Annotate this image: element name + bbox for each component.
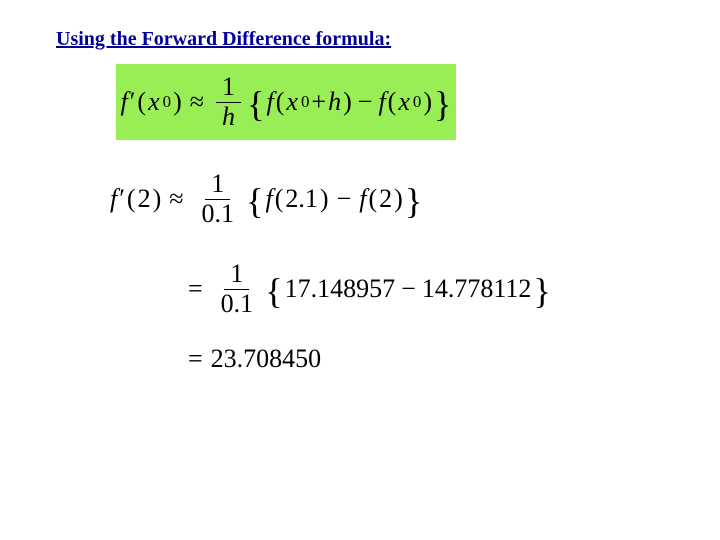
page-title: Using the Forward Difference formula: xyxy=(56,28,391,51)
arg-21: 2.1 xyxy=(285,184,318,214)
sub-zero: 0 xyxy=(163,92,171,112)
fraction-1-over-h: 1 h xyxy=(216,73,241,131)
term-f-x: f(x0) xyxy=(378,87,432,117)
term-f-21: f(2.1) xyxy=(266,184,329,214)
calculation-line-2: = 1 0.1 { 17.148957 − 14.778112 } xyxy=(182,260,551,318)
formula-highlight-box: f′(x0) ≈ 1 h { f(x0+h) − f(x0) } xyxy=(116,64,456,140)
value-1: 17.148957 xyxy=(285,274,396,304)
minus-symbol: − xyxy=(401,274,416,304)
f-symbol: f xyxy=(110,184,117,214)
formula-lhs: f′(x0) xyxy=(121,87,182,117)
forward-difference-formula: f′(x0) ≈ 1 h { f(x0+h) − f(x0) } xyxy=(121,73,452,131)
minus-symbol: − xyxy=(337,184,352,214)
fraction-1-over-01: 1 0.1 xyxy=(196,170,241,228)
f-symbol: f xyxy=(359,184,366,214)
h-symbol: h xyxy=(328,87,341,117)
equals-symbol: = xyxy=(188,274,203,304)
plus-symbol: + xyxy=(311,87,326,117)
final-result: 23.708450 xyxy=(211,344,322,374)
arg-2: 2 xyxy=(379,184,392,214)
f-symbol: f xyxy=(378,87,385,117)
approx-symbol: ≈ xyxy=(190,87,204,117)
equals-symbol: = xyxy=(188,344,203,374)
value-2: 14.778112 xyxy=(422,274,532,304)
sub-zero: 0 xyxy=(413,92,421,112)
frac-num: 1 xyxy=(205,170,230,200)
term-f-2: f(2) xyxy=(359,184,403,214)
frac-num: 1 xyxy=(224,260,249,290)
x-symbol: x xyxy=(148,87,160,117)
arg-2: 2 xyxy=(138,184,151,214)
f-symbol: f xyxy=(121,87,128,117)
frac-den: 0.1 xyxy=(215,290,260,319)
frac-den: h xyxy=(216,103,241,132)
frac-num: 1 xyxy=(216,73,241,103)
lhs-fprime-2: f′(2) xyxy=(110,184,161,214)
approx-symbol: ≈ xyxy=(169,184,183,214)
f-symbol: f xyxy=(266,184,273,214)
f-symbol: f xyxy=(267,87,274,117)
calculation-line-1: f′(2) ≈ 1 0.1 { f(2.1) − f(2) } xyxy=(110,170,422,228)
x-symbol: x xyxy=(286,87,298,117)
fraction-1-over-01: 1 0.1 xyxy=(215,260,260,318)
frac-den: 0.1 xyxy=(196,200,241,229)
calculation-line-3: = 23.708450 xyxy=(182,344,321,374)
minus-symbol: − xyxy=(358,87,373,117)
sub-zero: 0 xyxy=(301,92,309,112)
x-symbol: x xyxy=(398,87,410,117)
term-f-xh: f(x0+h) xyxy=(267,87,352,117)
